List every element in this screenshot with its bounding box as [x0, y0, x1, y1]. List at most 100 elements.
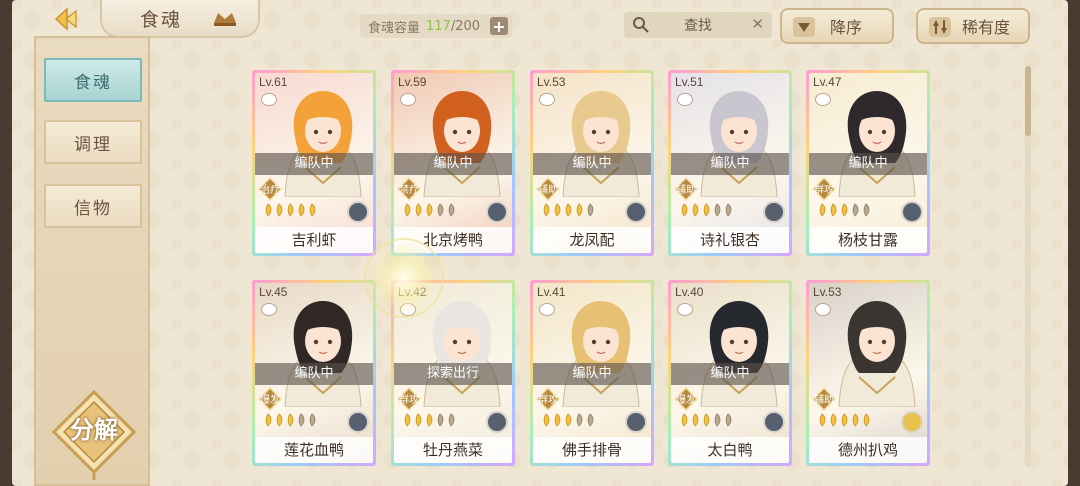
role-badge: 辅助	[535, 176, 561, 202]
card-body: Lv.40 编队中 爆发 太白鸭	[671, 283, 789, 463]
element-emblem-icon	[347, 201, 369, 223]
star-icon	[565, 203, 572, 217]
food-soul-card[interactable]: Lv.47 编队中 群攻 杨枝甘露	[806, 70, 930, 256]
card-status: 编队中	[671, 153, 789, 175]
card-level: Lv.40	[675, 285, 704, 299]
element-emblem-icon	[486, 411, 508, 433]
star-icon	[298, 413, 305, 427]
bowl-icon	[677, 93, 693, 106]
capacity-max: /200	[450, 18, 481, 34]
star-icon	[819, 203, 826, 217]
role-label: 禁疗	[399, 185, 419, 196]
card-body: Lv.53 辅助 德州扒鸡	[809, 283, 927, 463]
role-label: 爆发	[676, 395, 696, 406]
star-icon	[543, 203, 550, 217]
sort-arrows-icon	[929, 17, 951, 37]
card-level: Lv.59	[398, 75, 427, 89]
star-rating	[263, 413, 317, 427]
star-icon	[692, 413, 699, 427]
star-rating	[541, 203, 595, 217]
role-badge: 辅助	[811, 386, 837, 412]
star-icon	[415, 203, 422, 217]
page-title-text: 食魂	[140, 8, 183, 31]
food-soul-card[interactable]: Lv.45 编队中 爆发 莲花血鸭	[252, 280, 376, 466]
sidebar-item-food-souls[interactable]: 食魂	[44, 58, 142, 102]
card-name: 德州扒鸡	[809, 437, 927, 463]
role-badge: 辅助	[673, 176, 699, 202]
bowl-icon	[539, 93, 555, 106]
card-name: 牡丹燕菜	[394, 437, 512, 463]
food-soul-card[interactable]: Lv.51 编队中辅助诗礼银杏	[668, 70, 792, 256]
food-soul-card[interactable]: Lv.53 辅助 德州扒鸡	[806, 280, 930, 466]
sort-rarity-button[interactable]: 稀有度	[916, 8, 1030, 44]
character-portrait	[562, 91, 640, 197]
capacity-add-button[interactable]: +	[490, 17, 508, 36]
bowl-icon	[539, 303, 555, 316]
card-level: Lv.51	[675, 75, 704, 89]
sort-descending-button[interactable]: 降序	[780, 8, 894, 44]
star-icon	[287, 203, 294, 217]
grid-scrollbar[interactable]	[1025, 66, 1031, 466]
food-soul-card[interactable]: Lv.41 编队中 群攻 佛手排骨	[530, 280, 654, 466]
card-name: 杨枝甘露	[809, 227, 927, 253]
back-button[interactable]	[50, 6, 84, 32]
star-icon	[448, 413, 455, 427]
descending-triangle-icon	[793, 17, 815, 37]
card-name: 龙凤配	[533, 227, 651, 253]
character-portrait	[423, 301, 501, 407]
star-icon	[725, 413, 732, 427]
character-portrait	[284, 301, 362, 407]
element-emblem-icon	[486, 201, 508, 223]
star-rating	[817, 413, 871, 427]
role-label: 群攻	[538, 395, 558, 406]
food-soul-card[interactable]: Lv.53 编队中 辅助 龙凤配	[530, 70, 654, 256]
card-level: Lv.45	[259, 285, 288, 299]
card-level: Lv.41	[537, 285, 566, 299]
sidebar-item-label: 信物	[74, 198, 112, 219]
element-emblem-icon	[901, 201, 923, 223]
star-icon	[276, 413, 283, 427]
scrollbar-thumb[interactable]	[1025, 66, 1031, 136]
star-icon	[830, 413, 837, 427]
star-icon	[404, 203, 411, 217]
capacity-label: 食魂容量	[368, 20, 421, 36]
back-arrow-icon	[54, 7, 77, 31]
search-label: 查找	[684, 18, 712, 34]
food-soul-card[interactable]: Lv.40 编队中 爆发 太白鸭	[668, 280, 792, 466]
bowl-icon	[400, 93, 416, 106]
star-icon	[426, 413, 433, 427]
role-badge: 禁疗	[396, 176, 422, 202]
decompose-button[interactable]: 分解	[48, 388, 140, 480]
search-icon	[633, 17, 649, 33]
character-portrait	[700, 91, 778, 197]
star-icon	[819, 413, 826, 427]
card-name: 太白鸭	[671, 437, 789, 463]
sidebar-item-tokens[interactable]: 信物	[44, 184, 142, 228]
role-badge: 群攻	[811, 176, 837, 202]
card-body: Lv.45 编队中 爆发 莲花血鸭	[255, 283, 373, 463]
star-rating	[679, 413, 733, 427]
star-icon	[437, 413, 444, 427]
search-box[interactable]: 查找 ✕	[624, 12, 772, 38]
character-portrait	[562, 301, 640, 407]
sidebar-item-label: 调理	[74, 134, 112, 155]
role-label: 辅助	[538, 185, 558, 196]
food-soul-card[interactable]: Lv.59 编队中 禁疗 北京烤鸭	[391, 70, 515, 256]
sidebar: 食魂 调理 信物 分解	[34, 36, 150, 486]
card-body: Lv.61 编队中 治疗 吉利虾	[255, 73, 373, 253]
food-soul-card[interactable]: Lv.61 编队中 治疗 吉利虾	[252, 70, 376, 256]
character-portrait	[838, 91, 916, 197]
card-body: Lv.53 编队中 辅助 龙凤配	[533, 73, 651, 253]
element-emblem-icon	[763, 201, 785, 223]
star-icon	[298, 203, 305, 217]
role-badge: 治疗	[257, 176, 283, 202]
main-frame: 食魂 食魂容量 117 /200 + 查找 ✕ 降序 稀有度 食魂 调理 信物 …	[12, 0, 1068, 486]
card-name: 诗礼银杏	[671, 227, 789, 253]
card-status: 探索出行	[394, 363, 512, 385]
top-bar: 食魂 食魂容量 117 /200 + 查找 ✕ 降序 稀有度	[12, 0, 1068, 46]
role-label: 辅助	[676, 185, 696, 196]
card-body: Lv.59 编队中 禁疗 北京烤鸭	[394, 73, 512, 253]
clear-search-icon[interactable]: ✕	[751, 15, 764, 33]
star-icon	[863, 413, 870, 427]
sidebar-item-conditioning[interactable]: 调理	[44, 120, 142, 164]
